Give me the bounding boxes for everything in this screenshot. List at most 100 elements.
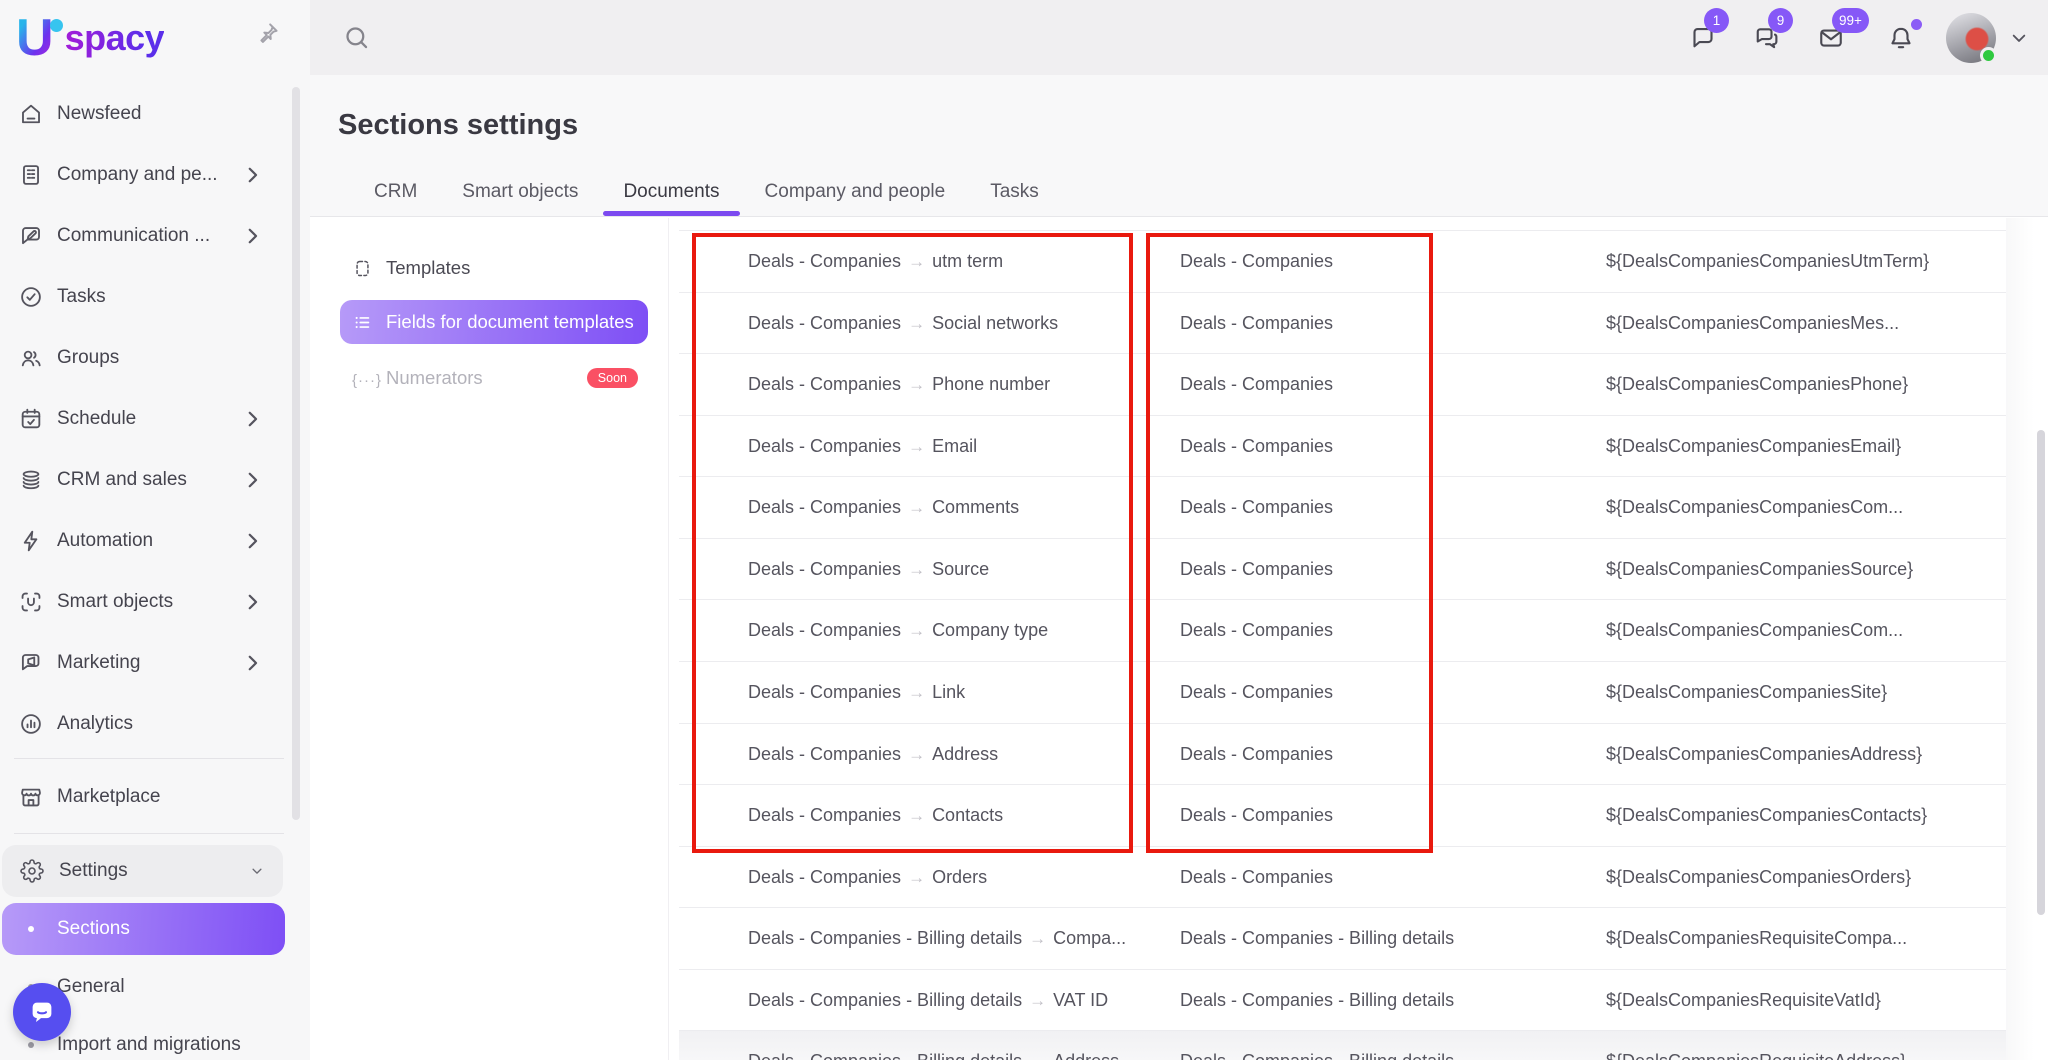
sidebar-group-marketplace: Marketplace [0,766,310,827]
arrow-right-icon: → [908,497,926,517]
marketing-icon [18,650,44,676]
table-row[interactable]: Deals - Companies → Social networks Deals -… [679,292,2006,354]
tab-company-and-people[interactable]: Company and people [765,168,946,216]
building-icon [18,162,44,188]
cell-template-variable: ${DealsCompaniesCompaniesMes... [1606,313,1900,333]
arrow-right-icon: → [908,251,926,271]
sidebar-item-automation[interactable]: Automation [0,510,310,571]
field-name: Compa... [1053,928,1127,948]
chevron-right-icon [240,650,266,676]
field-name: Social networks [932,313,1059,333]
subnav-item-fields-for-document-templates[interactable]: Fields for document templates [340,300,648,344]
uspacy-logo[interactable]: U spacy [16,10,165,66]
cell-section: Deals - Companies [1180,497,1334,517]
cell-section: Deals - Companies - Billing details [1180,990,1455,1010]
cell-section: Deals - Companies [1180,682,1334,702]
automation-icon [18,528,44,554]
sidebar-scrollbar[interactable] [292,87,300,820]
sidebar-item-schedule[interactable]: Schedule [0,388,310,449]
sidebar-subitem-label: Import and migrations [57,1034,241,1055]
page-title: Sections settings [338,109,579,142]
sidebar-item-smart-objects[interactable]: Smart objects [0,571,310,632]
cell-template-variable: ${DealsCompaniesCompaniesCom... [1606,497,1904,517]
field-source: Deals - Companies [748,436,902,456]
arrow-right-icon: → [908,682,926,702]
arrow-right-icon: → [1029,1052,1046,1060]
fields-table: Deals - Companies → utm term Deals - Compan… [679,0,2006,1060]
field-name: Phone number [932,374,1051,394]
table-row[interactable]: Deals - Companies → Link Deals - Companies $… [679,661,2006,723]
table-row[interactable]: Deals - Companies → Company type Deals - Co… [679,599,2006,661]
sidebar-item-label: Tasks [57,285,106,307]
sidebar-item-label: Groups [57,346,120,368]
support-chat-widget-button[interactable] [13,983,71,1041]
cell-section: Deals - Companies [1180,251,1334,271]
cell-field-path: Deals - Companies → Source [748,539,989,600]
sidebar-item-communication[interactable]: Communication ... [0,205,310,266]
table-row[interactable]: Deals - Companies → Address Deals - Compani… [679,723,2006,785]
tab-smart-objects[interactable]: Smart objects [462,168,578,216]
chevron-right-icon [240,223,266,249]
file-dashed-icon [352,258,373,279]
chevron-right-icon [240,467,266,493]
cell-section: Deals - Companies [1180,805,1334,825]
field-name: Comments [932,497,1020,517]
sidebar-item-groups[interactable]: Groups [0,327,310,388]
table-row[interactable]: Deals - Companies → Orders Deals - Companie… [679,846,2006,908]
content-scrollbar[interactable] [2037,430,2045,915]
field-name: Contacts [932,805,1004,825]
table-row[interactable]: Deals - Companies - Billing details → VAT … [679,969,2006,1031]
pin-sidebar-icon[interactable] [253,20,281,48]
table-row[interactable]: Deals - Companies - Billing details → Addr… [679,1030,2006,1060]
sidebar-item-analytics[interactable]: Analytics [0,693,310,754]
sidebar-subitem-sections[interactable]: Sections [2,903,285,955]
cell-field-path: Deals - Companies → Phone number [748,354,1050,415]
sidebar-item-company-and-pe[interactable]: Company and pe... [0,144,310,205]
cell-template-variable: ${DealsCompaniesRequisiteCompa... [1606,928,1908,948]
tab-tasks[interactable]: Tasks [990,168,1039,216]
logo-dot [49,18,63,32]
cell-section: Deals - Companies [1180,744,1334,764]
sidebar-item-settings[interactable]: Settings [2,845,283,897]
field-name: Source [932,559,990,579]
table-row[interactable]: Deals - Companies → Phone number Deals - Co… [679,353,2006,415]
tab-crm[interactable]: CRM [374,168,417,216]
numerator-icon: {···} [352,371,383,389]
sidebar-item-tasks[interactable]: Tasks [0,266,310,327]
cell-field-path: Deals - Companies → Orders [748,847,987,908]
sidebar-item-newsfeed[interactable]: Newsfeed [0,83,310,144]
sidebar-item-label: CRM and sales [57,468,187,490]
sidebar-item-label: Analytics [57,712,134,734]
tab-documents[interactable]: Documents [603,168,740,216]
cell-field-path: Deals - Companies → Link [748,662,965,723]
cell-section: Deals - Companies - Billing details [1180,1031,1454,1060]
sidebar-item-marketplace[interactable]: Marketplace [0,766,310,827]
field-name: Link [932,682,966,702]
cell-field-path: Deals - Companies - Billing details → VAT … [748,970,1108,1031]
field-source: Deals - Companies - Billing details [748,990,1023,1010]
cell-field-path: Deals - Companies → Comments [748,477,1019,538]
store-icon [18,784,44,810]
search-icon[interactable] [343,24,370,51]
sidebar-item-label: Settings [59,860,128,881]
sidebar-item-crm-and-sales[interactable]: CRM and sales [0,449,310,510]
groups-icon [18,345,44,371]
table-row[interactable]: Deals - Companies → Comments Deals - Compan… [679,476,2006,538]
cell-template-variable: ${DealsCompaniesCompaniesOrders} [1606,867,1912,887]
table-row[interactable]: Deals - Companies → Contacts Deals - Compan… [679,784,2006,846]
table-row[interactable]: Deals - Companies - Billing details → Comp… [679,907,2006,969]
cell-template-variable: ${DealsCompaniesCompaniesContacts} [1606,805,1928,825]
table-row[interactable]: Deals - Companies → Source Deals - Companie… [679,538,2006,600]
field-source: Deals - Companies [748,559,902,579]
section-tabs: CRM Smart objects Documents Company and peo… [374,168,1039,216]
home-icon [18,101,44,127]
cell-section: Deals - Companies - Billing details [1180,928,1455,948]
subnav-item-templates[interactable]: Templates [340,246,648,290]
cell-template-variable: ${DealsCompaniesCompaniesPhone} [1606,374,1909,394]
subnav-item-numerators[interactable]: {···} Numerators Soon [340,356,648,400]
table-row[interactable]: Deals - Companies → Email Deals - Companies… [679,415,2006,477]
sidebar-item-marketing[interactable]: Marketing [0,632,310,693]
profile-chevron-down-icon[interactable] [2008,27,2030,49]
table-row[interactable]: Deals - Companies → utm term Deals - Compan… [679,230,2006,292]
arrow-right-icon: → [1029,928,1047,948]
